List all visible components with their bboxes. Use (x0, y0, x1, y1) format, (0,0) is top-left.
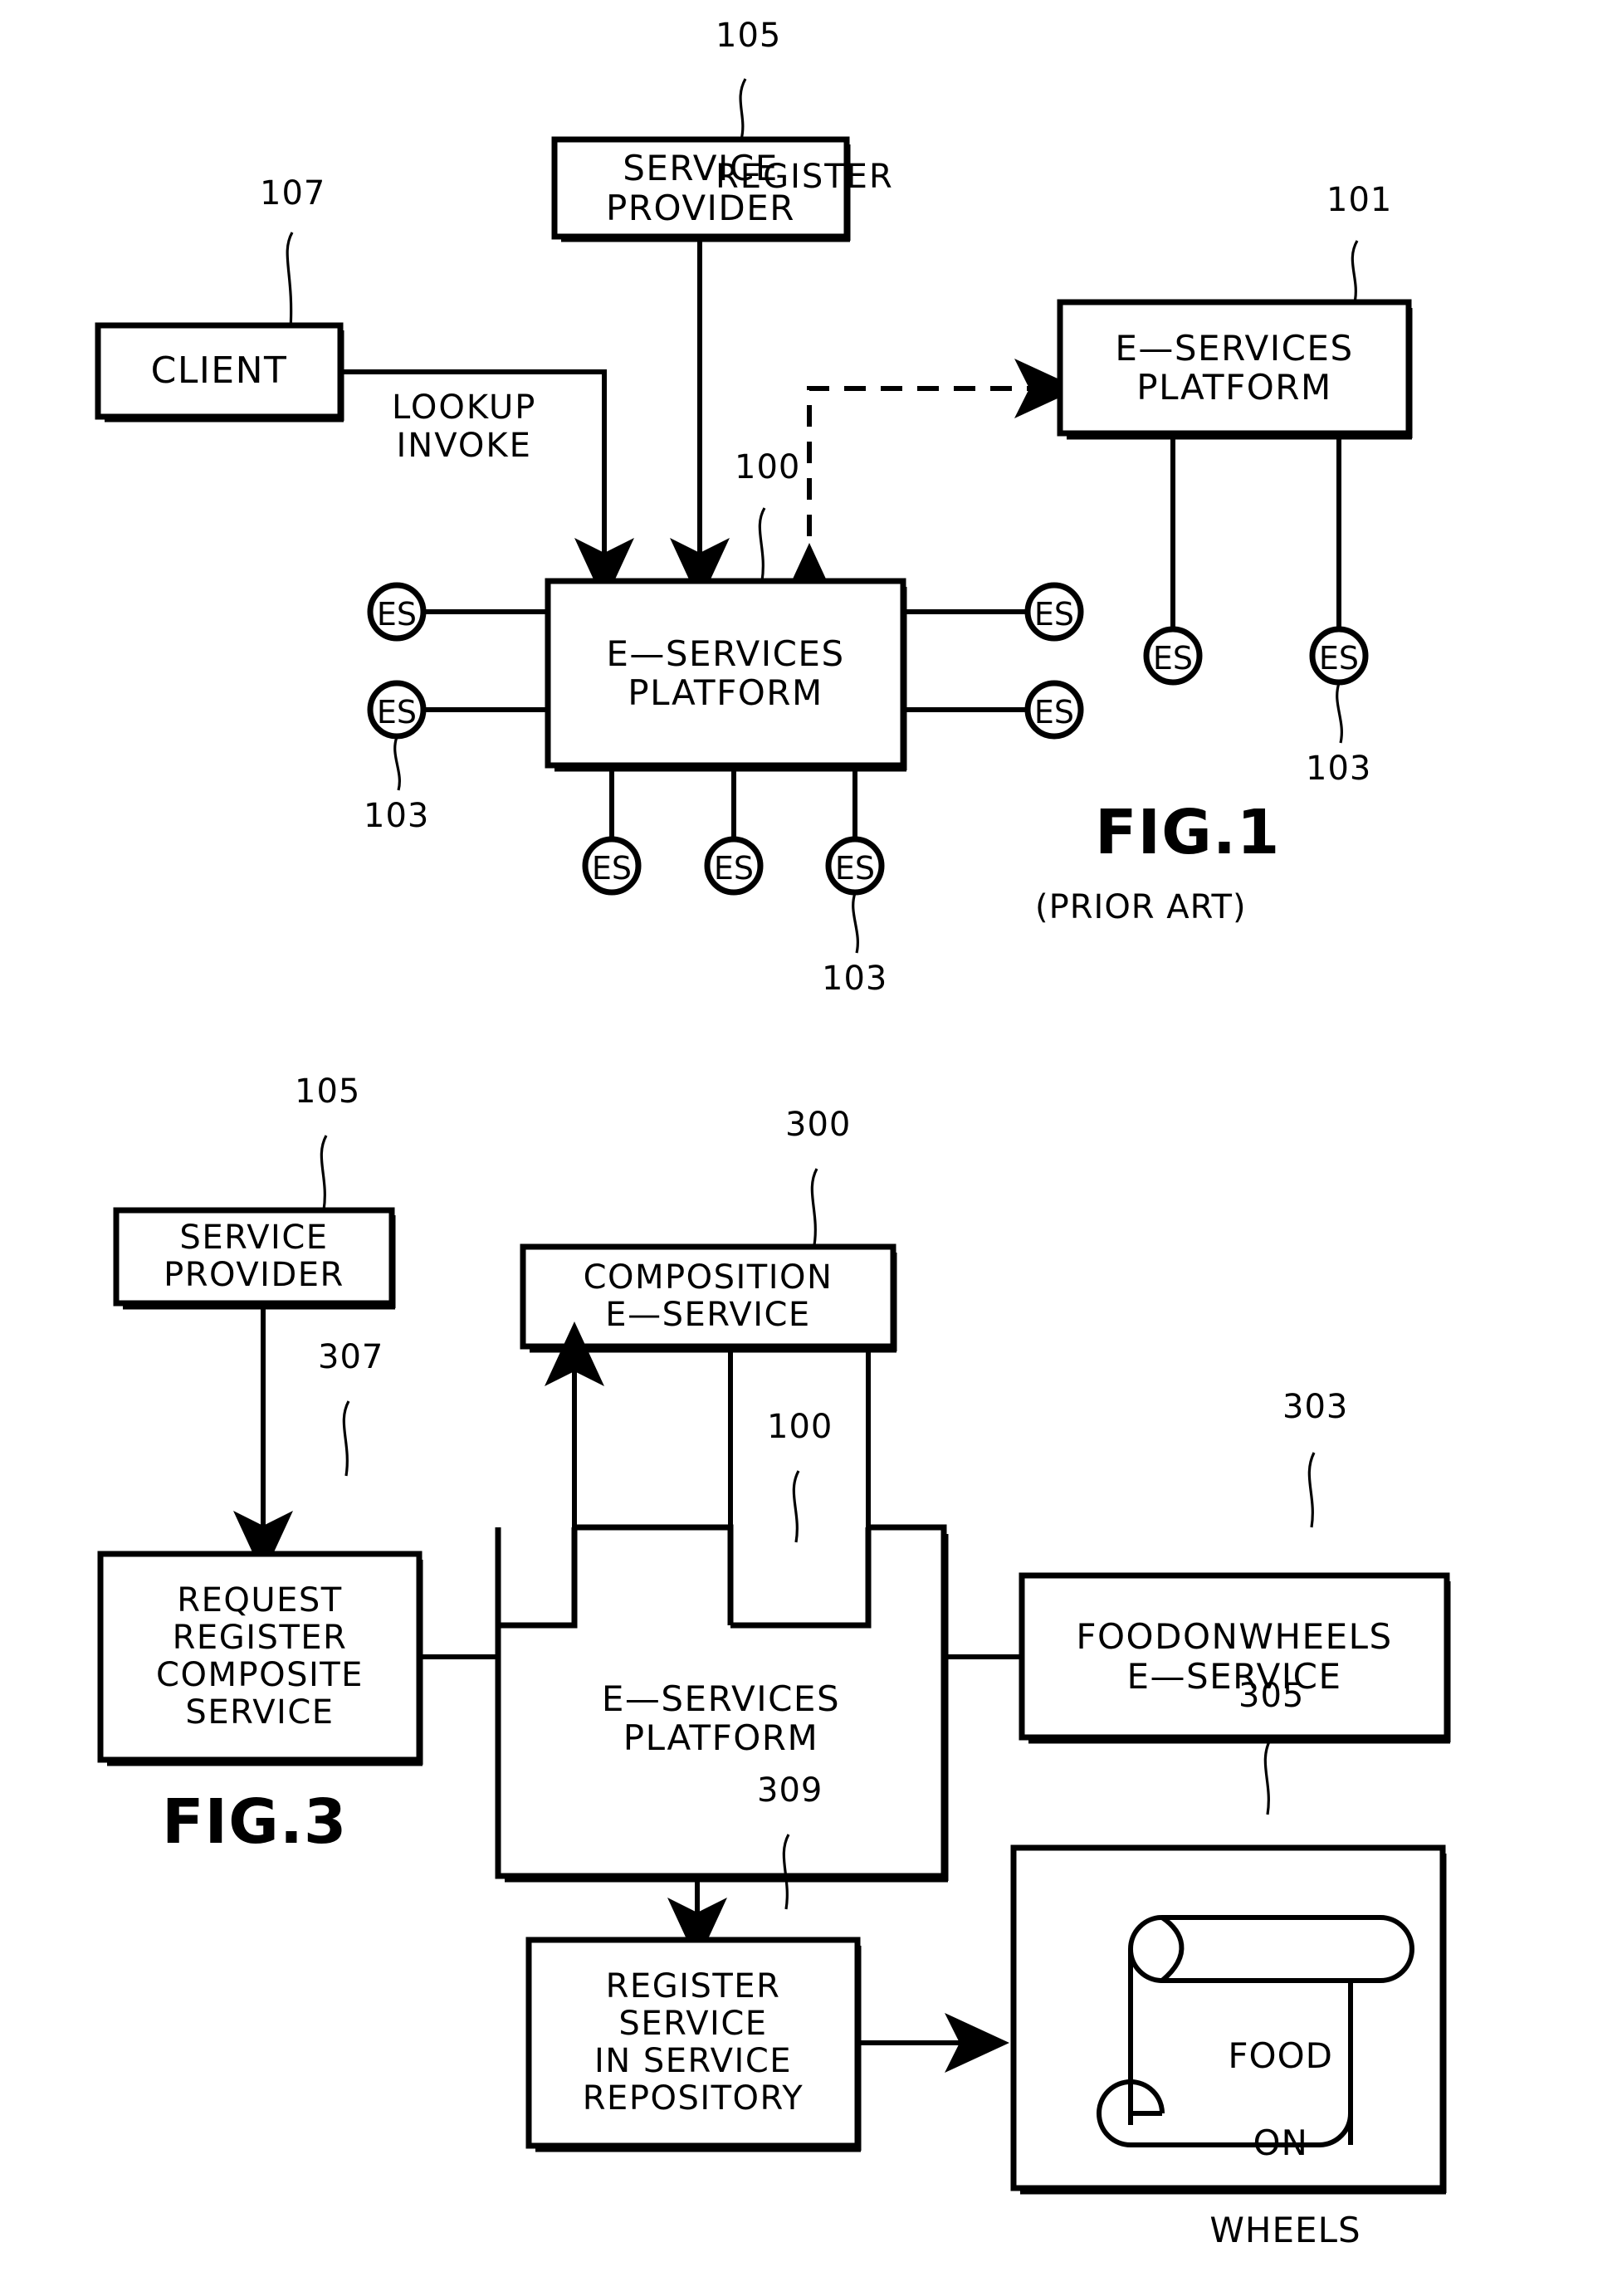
fig3-composition-box (520, 1243, 896, 1350)
fig3-service-provider-box (113, 1207, 395, 1307)
ref-103-right: 103 (1306, 750, 1372, 788)
es-node (367, 680, 427, 740)
es-node (1024, 680, 1084, 740)
fig1-register-label: REGISTER (716, 158, 894, 196)
fig3-platform-shadow (505, 1534, 949, 1883)
fig3-register-repo-box (525, 1937, 861, 2149)
ref-105-fig3: 105 (295, 1072, 361, 1111)
ref-105-fig1: 105 (716, 17, 782, 55)
leader-105 (739, 78, 747, 140)
es-node (1024, 582, 1084, 642)
fig3-foodonwheels-box (1019, 1572, 1450, 1741)
leader-103-c (1336, 682, 1343, 744)
es-node (582, 836, 642, 896)
es-node (367, 582, 427, 642)
scroll-text: FOOD ON WHEELS (1209, 2035, 1361, 2250)
fig3-request-register-box (97, 1551, 423, 1763)
leader-103-a (393, 736, 401, 791)
ref-101: 101 (1326, 181, 1393, 219)
ref-100-fig1: 100 (735, 448, 801, 486)
fig3-platform-box-outline (495, 1524, 947, 1879)
fig1-client-box (95, 322, 344, 420)
leader-309 (782, 1834, 790, 1910)
leader-101 (1351, 240, 1359, 303)
ref-307: 307 (318, 1338, 384, 1376)
ref-305: 305 (1238, 1677, 1305, 1715)
ref-309: 309 (757, 1771, 823, 1810)
leader-303 (1307, 1452, 1316, 1528)
leader-100-fig3 (792, 1470, 800, 1543)
patent-drawing-sheet: SERVICE PROVIDER 105 CLIENT 107 REGISTER… (0, 0, 1617, 2259)
fig1-subcaption: (PRIOR ART) (1035, 888, 1247, 926)
ref-103-bottom: 103 (822, 960, 888, 998)
fig1-platform-right-box (1057, 299, 1412, 437)
leader-300 (810, 1168, 818, 1246)
ref-103-left: 103 (364, 797, 430, 835)
es-node (704, 836, 764, 896)
ref-303: 303 (1282, 1388, 1349, 1426)
es-node (1143, 626, 1203, 686)
leader-103-b (852, 892, 859, 954)
fig1-caption: FIG.1 (1095, 797, 1281, 868)
fig1-platform-main-box (545, 578, 906, 769)
ref-107: 107 (260, 174, 326, 213)
fig1-dashed-register-path (779, 359, 1079, 608)
leader-100-fig1 (758, 507, 766, 582)
leader-305 (1263, 1739, 1272, 1815)
leader-105-fig3 (320, 1135, 328, 1211)
fig1-lookup-invoke-label: LOOKUP INVOKE (392, 388, 537, 465)
leader-107 (286, 232, 294, 330)
fig3-caption: FIG.3 (162, 1786, 348, 1858)
ref-300: 300 (785, 1106, 852, 1144)
ref-100-fig3: 100 (767, 1408, 833, 1446)
es-node (1309, 626, 1369, 686)
es-node (825, 836, 885, 896)
leader-307 (342, 1400, 350, 1477)
